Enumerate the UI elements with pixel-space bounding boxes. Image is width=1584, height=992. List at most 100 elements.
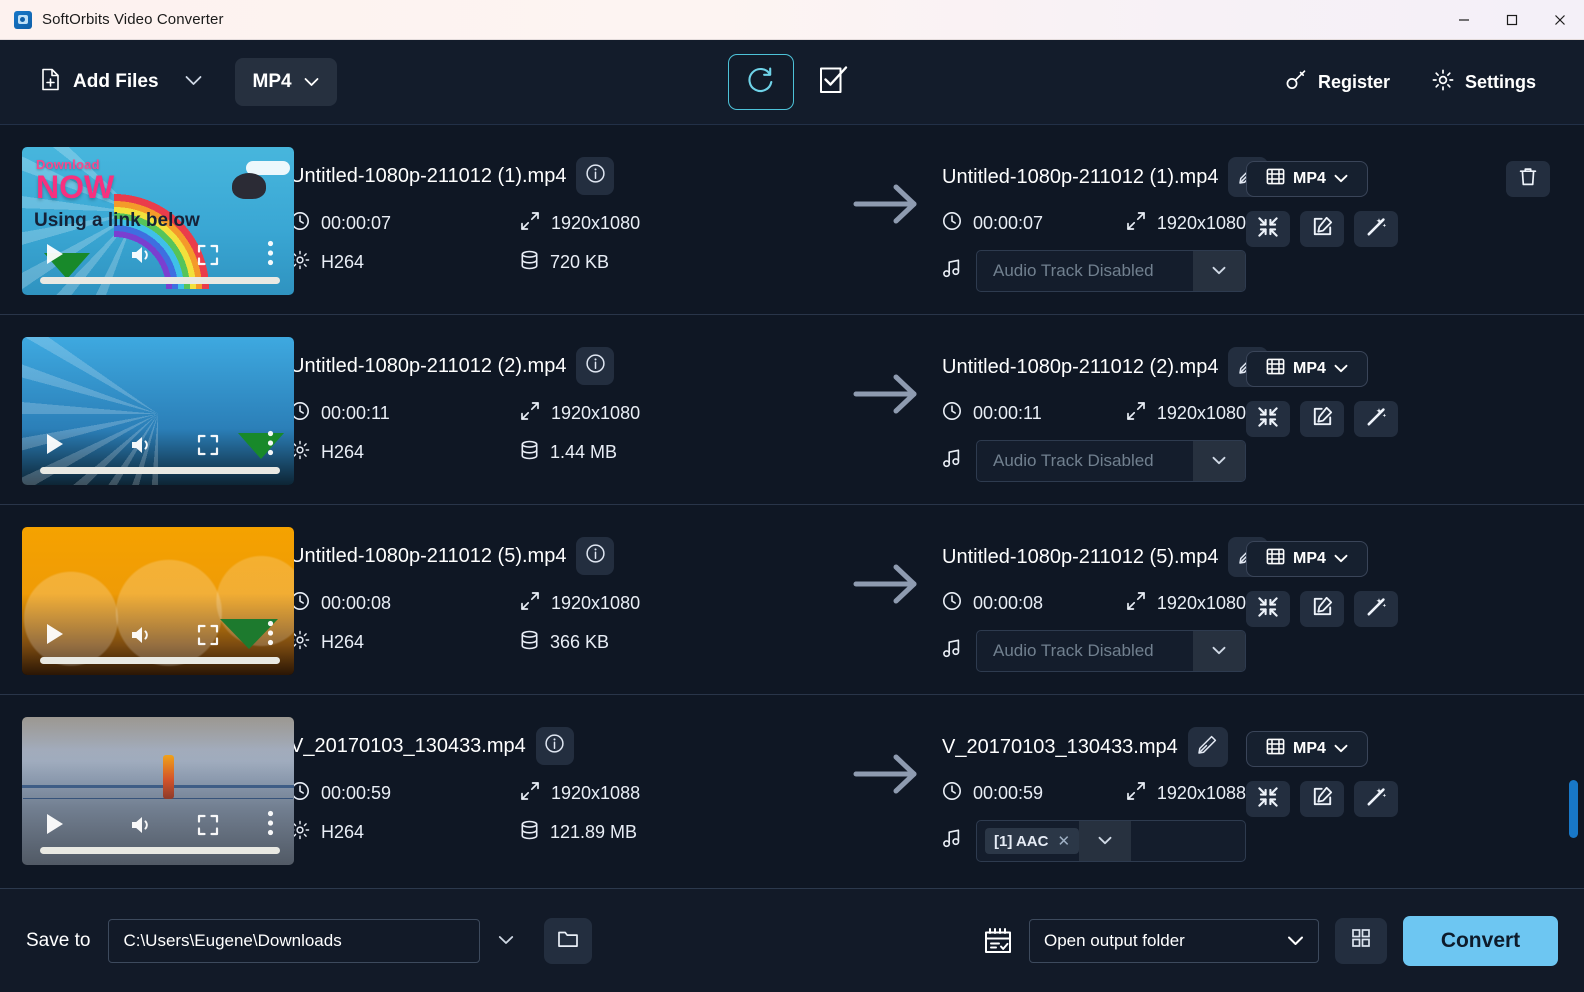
scrollbar-thumb[interactable] [1569, 780, 1578, 838]
edit-button[interactable] [1300, 781, 1344, 817]
file-info-button[interactable] [576, 157, 615, 195]
film-strip-icon [1266, 167, 1285, 191]
table-row[interactable]: Download NOW Using a link below Untitled-1… [0, 125, 1584, 315]
enhance-button[interactable] [1354, 211, 1398, 247]
source-meta-row-1: 00:00:07 1920x1080 [290, 211, 832, 236]
file-list[interactable]: Download NOW Using a link below Untitled-1… [0, 125, 1584, 888]
output-format-selector[interactable]: MP4 [1246, 161, 1368, 197]
audio-track-dropdown-button[interactable] [1193, 441, 1245, 481]
video-thumbnail[interactable] [22, 527, 294, 675]
fullscreen-icon[interactable] [197, 434, 219, 461]
source-resolution-value: 1920x1080 [551, 213, 641, 233]
play-icon[interactable] [44, 622, 66, 651]
magic-wand-icon [1365, 216, 1387, 243]
source-duration: 00:00:11 [290, 401, 520, 426]
add-files-button[interactable]: Add Files [34, 60, 165, 105]
fullscreen-icon[interactable] [197, 624, 219, 651]
audio-track-select[interactable]: [1] AAC ✕ [976, 820, 1246, 862]
video-thumbnail[interactable] [22, 337, 294, 485]
compress-button[interactable] [1246, 781, 1290, 817]
volume-icon[interactable] [130, 624, 154, 651]
register-button[interactable]: Register [1278, 61, 1398, 103]
chevron-down-icon [1334, 360, 1348, 378]
file-info-button[interactable] [576, 537, 615, 575]
enhance-button[interactable] [1354, 401, 1398, 437]
audio-track-chip-label: [1] AAC [994, 832, 1049, 850]
settings-button[interactable]: Settings [1424, 61, 1544, 104]
add-files-dropdown-button[interactable] [175, 63, 213, 101]
file-info-button[interactable] [535, 727, 574, 765]
more-options-icon[interactable] [267, 430, 274, 461]
audio-track-dropdown-button[interactable] [1193, 251, 1245, 291]
thumbnail-progress-bar[interactable] [40, 847, 280, 854]
source-codec-value: H264 [321, 822, 365, 842]
audio-track-chip[interactable]: [1] AAC ✕ [985, 828, 1080, 854]
volume-icon[interactable] [130, 814, 154, 841]
thumb-text-line3: Using a link below [34, 210, 200, 231]
table-row[interactable]: Untitled-1080p-211012 (2).mp4 00:00:11 1… [0, 315, 1584, 505]
output-resolution-value: 1920x1080 [1156, 213, 1246, 233]
source-meta-row-2: H264 121.89 MB [290, 820, 832, 845]
audio-track-dropdown-button[interactable] [1079, 821, 1132, 861]
calendar-check-icon[interactable] [983, 927, 1013, 955]
audio-track-select[interactable]: Audio Track Disabled [976, 250, 1246, 292]
edit-button[interactable] [1300, 211, 1344, 247]
merge-files-button[interactable] [1335, 917, 1387, 964]
more-options-icon[interactable] [267, 240, 274, 271]
compress-button[interactable] [1246, 211, 1290, 247]
volume-icon[interactable] [130, 434, 154, 461]
select-all-button[interactable] [810, 59, 856, 105]
list-scrollbar[interactable] [1568, 125, 1578, 888]
output-format-selector[interactable]: MP4 [1246, 731, 1368, 767]
rename-output-button[interactable] [1187, 727, 1228, 767]
source-title-line: Untitled-1080p-211012 (5).mp4 [290, 537, 832, 575]
more-options-icon[interactable] [267, 620, 274, 651]
audio-track-select[interactable]: Audio Track Disabled [976, 440, 1246, 482]
convert-button[interactable]: Convert [1403, 915, 1558, 966]
thumbnail-progress-bar[interactable] [40, 277, 280, 284]
table-row[interactable]: V_20170103_130433.mp4 00:00:59 1920x1088 [0, 695, 1584, 885]
audio-track-dropdown-button[interactable] [1193, 631, 1245, 671]
refresh-convert-button[interactable] [728, 54, 794, 110]
output-resolution: 1920x1088 [1126, 781, 1246, 806]
video-thumbnail[interactable] [22, 717, 294, 865]
audio-track-select[interactable]: Audio Track Disabled [976, 630, 1246, 672]
output-format-selector[interactable]: MP4 [1246, 351, 1368, 387]
volume-icon[interactable] [130, 244, 154, 271]
video-thumbnail[interactable]: Download NOW Using a link below [22, 147, 294, 295]
browse-folder-button[interactable] [544, 917, 593, 964]
source-resolution-value: 1920x1088 [551, 783, 641, 803]
maximize-button[interactable] [1488, 0, 1536, 39]
thumbnail-progress-bar[interactable] [40, 657, 280, 664]
file-info-button[interactable] [576, 347, 615, 385]
close-button[interactable] [1536, 0, 1584, 39]
play-icon[interactable] [44, 432, 66, 461]
enhance-button[interactable] [1354, 591, 1398, 627]
play-icon[interactable] [44, 242, 66, 271]
edit-button[interactable] [1300, 401, 1344, 437]
thumbnail-progress-bar[interactable] [40, 467, 280, 474]
save-to-dropdown-button[interactable] [484, 919, 528, 963]
fullscreen-icon[interactable] [197, 244, 219, 271]
post-action-select[interactable]: Open output folder [1029, 918, 1319, 963]
more-options-icon[interactable] [267, 810, 274, 841]
grid-merge-icon [1350, 927, 1372, 954]
fullscreen-icon[interactable] [197, 814, 219, 841]
delete-row-button[interactable] [1506, 161, 1550, 197]
source-meta-row-1: 00:00:11 1920x1080 [290, 401, 832, 426]
edit-button[interactable] [1300, 591, 1344, 627]
save-to-input[interactable] [108, 918, 481, 963]
global-format-selector[interactable]: MP4 [234, 58, 337, 106]
compress-button[interactable] [1246, 401, 1290, 437]
compress-button[interactable] [1246, 591, 1290, 627]
play-icon[interactable] [44, 812, 66, 841]
output-title-line: Untitled-1080p-211012 (1).mp4 [942, 157, 1269, 197]
minimize-button[interactable] [1440, 0, 1488, 39]
table-row[interactable]: Untitled-1080p-211012 (5).mp4 00:00:08 1… [0, 505, 1584, 695]
output-duration-value: 00:00:08 [973, 593, 1044, 613]
output-title-line: V_20170103_130433.mp4 [942, 727, 1246, 767]
global-format-label: MP4 [252, 71, 292, 92]
output-format-selector[interactable]: MP4 [1246, 541, 1368, 577]
enhance-button[interactable] [1354, 781, 1398, 817]
remove-audio-track-icon[interactable]: ✕ [1057, 832, 1070, 850]
